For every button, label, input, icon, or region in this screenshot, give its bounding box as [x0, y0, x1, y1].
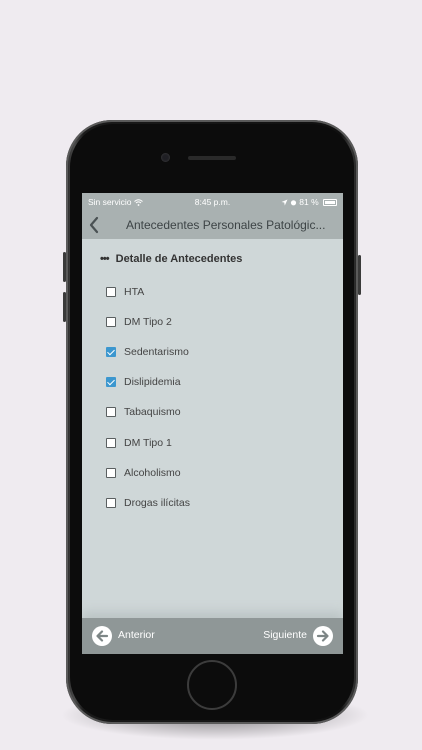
- option-label: Alcoholismo: [124, 467, 181, 479]
- option-label: Tabaquismo: [124, 406, 181, 418]
- arrow-right-circle-icon: [316, 630, 330, 646]
- battery-status: 81 %: [281, 197, 337, 207]
- option-sedentarismo[interactable]: Sedentarismo: [106, 343, 306, 361]
- alarm-icon: [290, 197, 299, 207]
- option-label: DM Tipo 2: [124, 316, 172, 328]
- checkbox[interactable]: [106, 468, 116, 478]
- option-label: DM Tipo 1: [124, 437, 172, 449]
- page-title: Antecedentes Personales Patológic...: [126, 218, 326, 232]
- navigation-bar: Antecedentes Personales Patológic...: [82, 211, 343, 239]
- power-button: [358, 255, 361, 295]
- checkbox[interactable]: [106, 407, 116, 417]
- front-camera: [161, 153, 170, 162]
- battery-icon: [323, 199, 337, 206]
- option-dm-tipo-2[interactable]: DM Tipo 2: [106, 313, 306, 331]
- location-icon: [281, 197, 290, 207]
- home-button[interactable]: [187, 660, 237, 710]
- chevron-left-icon: [88, 216, 100, 239]
- option-tabaquismo[interactable]: Tabaquismo: [106, 403, 306, 421]
- option-label: HTA: [124, 286, 145, 298]
- option-alcoholismo[interactable]: Alcoholismo: [106, 464, 306, 482]
- option-hta[interactable]: HTA: [106, 283, 306, 301]
- section-title: Detalle de Antecedentes: [115, 253, 243, 265]
- option-dm-tipo-1[interactable]: DM Tipo 1: [106, 434, 306, 452]
- option-drogas-ilicitas[interactable]: Drogas ilícitas: [106, 494, 306, 512]
- battery-percent: 81 %: [299, 197, 319, 207]
- checkbox[interactable]: [106, 377, 116, 387]
- next-button[interactable]: [313, 626, 333, 646]
- option-dislipidemia[interactable]: Dislipidemia: [106, 373, 306, 391]
- checkbox[interactable]: [106, 287, 116, 297]
- option-label: Dislipidemia: [124, 376, 181, 388]
- checkbox[interactable]: [106, 317, 116, 327]
- app-screen: Sin servicio 8:45 p.m. 81 % Antecedentes…: [82, 193, 343, 654]
- previous-label[interactable]: Anterior: [118, 629, 155, 641]
- checkbox[interactable]: [106, 347, 116, 357]
- option-label: Drogas ilícitas: [124, 497, 190, 509]
- arrow-left-circle-icon: [95, 630, 109, 646]
- next-label[interactable]: Siguiente: [263, 629, 307, 641]
- option-label: Sedentarismo: [124, 346, 189, 358]
- checkbox[interactable]: [106, 438, 116, 448]
- checkbox[interactable]: [106, 498, 116, 508]
- volume-down-button: [63, 292, 66, 322]
- more-dots-icon: •••: [100, 253, 110, 265]
- earpiece-speaker: [188, 156, 236, 160]
- volume-up-button: [63, 252, 66, 282]
- footer-navigation: Anterior Siguiente: [82, 618, 343, 654]
- status-bar: Sin servicio 8:45 p.m. 81 %: [82, 193, 343, 211]
- section-header: ••• Detalle de Antecedentes: [100, 253, 242, 265]
- previous-button[interactable]: [92, 626, 112, 646]
- back-button[interactable]: [88, 213, 108, 237]
